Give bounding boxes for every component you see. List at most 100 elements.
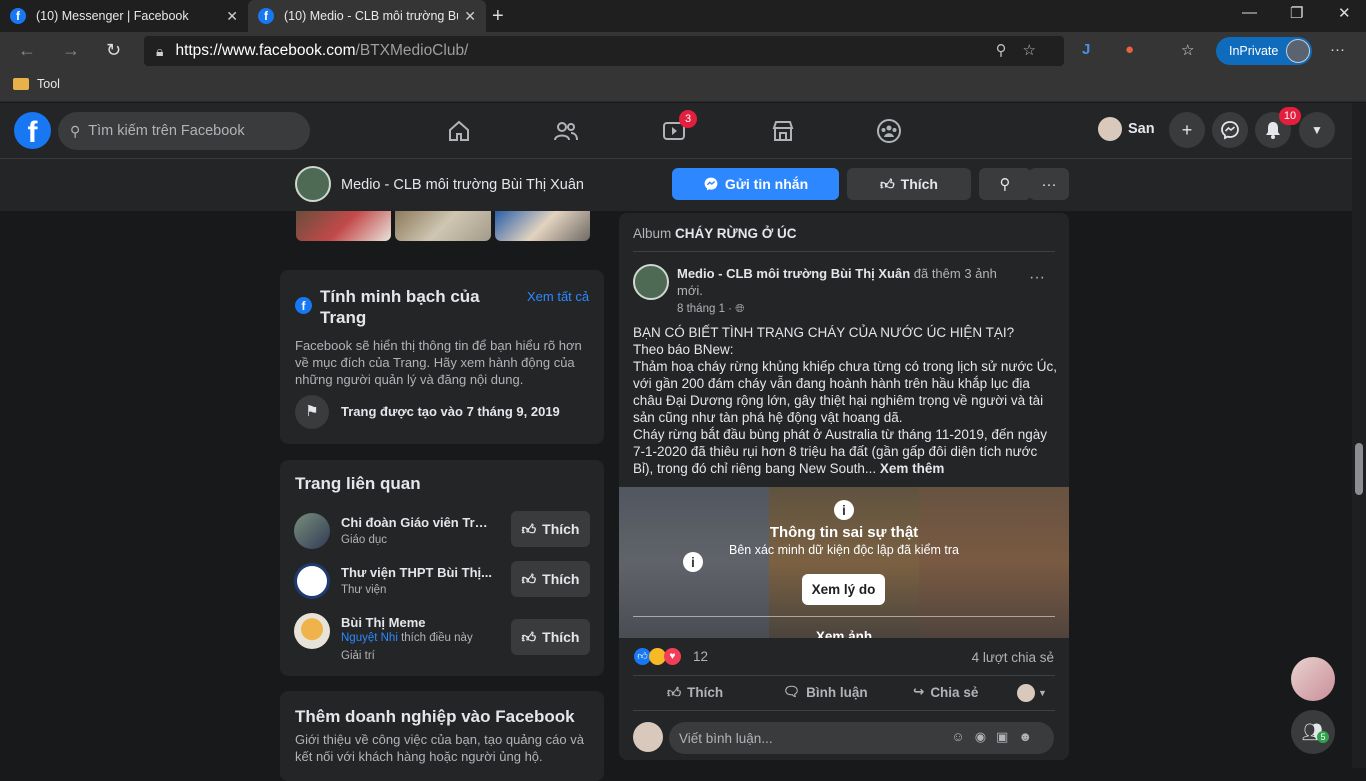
facebook-search[interactable]: ⚲ [58,112,310,150]
share-count[interactable]: 4 lượt chia sẻ [972,650,1054,665]
related-like-button[interactable]: 👍︎ Thích [511,619,590,655]
page-scrollbar[interactable] [1352,103,1366,768]
globe-icon: 🌐︎ [735,303,745,315]
related-page-avatar[interactable] [294,513,330,549]
profile-avatar [1286,39,1310,63]
messenger-icon [704,177,718,191]
search-icon: ⚲ [70,122,81,139]
reaction-summary[interactable]: 👍︎ ♥ 12 [634,648,708,665]
home-icon[interactable] [445,117,473,145]
create-button[interactable]: + [1169,112,1205,148]
add-business-title: Thêm doanh nghiệp vào Facebook [295,707,575,726]
url-field[interactable]: 🔒︎ https://www.facebook.com/BTXMedioClub… [144,36,1064,66]
user-avatar [1098,117,1122,141]
related-page-avatar[interactable] [294,563,330,599]
tab-medio[interactable]: f (10) Medio - CLB môi trường Bùi Thị Xu… [248,0,486,32]
close-window-icon[interactable]: ✕ [1338,4,1351,22]
messenger-button[interactable] [1212,112,1248,148]
favorite-folder-tool[interactable]: Tool [13,77,60,91]
page-title[interactable]: Medio - CLB môi trường Bùi Thị Xuân [341,177,584,193]
close-tab-icon[interactable]: ✕ [464,8,476,25]
friends-icon[interactable] [552,117,580,145]
tab-title: (10) Messenger | Facebook [36,9,189,23]
account-menu-button[interactable]: ▼ [1299,112,1335,148]
url-host: https://www.facebook.com [175,42,356,59]
extension-j-icon[interactable]: J [1082,41,1090,58]
related-page-avatar[interactable] [294,613,330,649]
like-post-button[interactable]: 👍︎ Thích [667,684,723,701]
user-profile-chip[interactable]: San [1098,117,1155,141]
related-page-name[interactable]: Chi đoàn Giáo viên Trư... [341,515,493,530]
related-like-button[interactable]: 👍︎ Thích [511,511,590,547]
comment-button[interactable]: 🗨︎ Bình luận [783,684,868,700]
send-message-button[interactable]: Gửi tin nhắn [672,168,839,200]
commenter-avatar [633,722,663,752]
restore-icon[interactable]: ❐ [1290,4,1303,22]
new-group-chat-button[interactable]: 👥︎ [1291,710,1335,754]
like-page-label: Thích [900,176,938,192]
related-page-item: Bùi Thị Meme Nguyệt Nhi thích điều này G… [294,611,594,667]
extension-fire-icon[interactable]: ● [1125,41,1134,58]
post-time[interactable]: 8 tháng 1 · [677,303,732,315]
notifications-badge: 10 [1279,107,1301,125]
see-more-link[interactable]: Xem thêm [876,461,945,476]
tab-messenger[interactable]: f (10) Messenger | Facebook ✕ [0,0,248,32]
transparency-title: Tính minh bạch của Trang [320,287,480,327]
groups-icon[interactable] [875,117,903,145]
new-tab-button[interactable]: + [492,5,504,28]
photo-thumb[interactable] [494,211,590,241]
chevron-down-icon: ▼ [1038,688,1047,698]
photo-thumb[interactable] [395,211,491,241]
search-input[interactable] [88,123,289,139]
post-paragraph-last: Cháy rừng bắt đầu bùng phát ở Australia … [633,426,1057,477]
comment-tools-icons[interactable]: ☺◉▣☻ [951,729,1042,745]
liker-name[interactable]: Nguyệt Nhi [341,632,398,644]
related-page-item: Chi đoàn Giáo viên Trư... Giáo dục 👍︎ Thí… [294,511,594,555]
divider [633,251,1055,252]
post-options-icon[interactable]: ··· [1029,269,1045,287]
related-page-name[interactable]: Thư viện THPT Bùi Thị... [341,565,493,580]
tab-title: (10) Medio - CLB môi trường Bùi Thị Xuân… [284,9,458,23]
page-search-button[interactable]: ⚲ [979,168,1031,200]
refresh-icon[interactable]: ↻ [106,40,121,61]
scrollbar-thumb[interactable] [1355,443,1363,495]
see-all-link[interactable]: Xem tất cả [527,289,589,304]
post-author[interactable]: Medio - CLB môi trường Bùi Thị Xuân [677,266,910,281]
page-avatar[interactable] [295,166,331,202]
related-like-label: Thích [542,571,580,587]
share-button[interactable]: ↪ Chia sẻ [913,684,978,700]
transparency-description: Facebook sẽ hiển thị thông tin để bạn hi… [295,338,582,387]
related-like-button[interactable]: 👍︎ Thích [511,561,590,597]
photo-thumb[interactable] [296,211,392,241]
album-name[interactable]: CHÁY RỪNG Ở ÚC [675,226,796,241]
close-tab-icon[interactable]: ✕ [226,8,238,25]
divider [633,710,1055,711]
chat-contact-avatar[interactable] [1291,657,1335,701]
related-page-name[interactable]: Bùi Thị Meme [341,615,493,630]
folder-label: Tool [37,77,60,91]
facebook-logo-icon[interactable]: f [14,112,51,149]
minimize-icon[interactable]: — [1242,4,1257,21]
post-media[interactable]: i i Thông tin sai sự thật Bên xác minh d… [619,487,1069,638]
post-paragraph: Theo báo BNew: [633,342,734,357]
page-more-button[interactable]: ··· [1029,168,1069,200]
photo-strip [296,211,590,241]
back-icon[interactable]: ← [18,40,36,61]
post-author-line: Medio - CLB môi trường Bùi Thị Xuân đã t… [677,265,1007,299]
thumbs-up-icon: 👍︎ [521,520,537,537]
album-header: Album CHÁY RỪNG Ở ÚC [633,226,797,241]
marketplace-icon[interactable] [769,117,797,145]
more-icon[interactable]: ··· [1330,41,1345,58]
post-as-selector[interactable]: ▼ [1017,684,1047,702]
like-page-button[interactable]: 👍︎ Thích [847,168,971,200]
author-avatar[interactable] [633,264,669,300]
forward-icon[interactable]: → [62,40,80,61]
related-page-category: Thư viện [341,584,387,596]
comment-input[interactable]: Viết bình luận... ☺◉▣☻ [669,722,1054,754]
see-photo-button[interactable]: Xem ảnh [619,629,1069,638]
divider [633,675,1055,676]
inprivate-button[interactable]: InPrivate [1216,37,1312,65]
favorites-icon[interactable]: ☆ [1181,41,1194,59]
zoom-and-favorite-icons[interactable]: ⚲☆ [996,41,1052,59]
see-why-button[interactable]: Xem lý do [802,574,885,605]
